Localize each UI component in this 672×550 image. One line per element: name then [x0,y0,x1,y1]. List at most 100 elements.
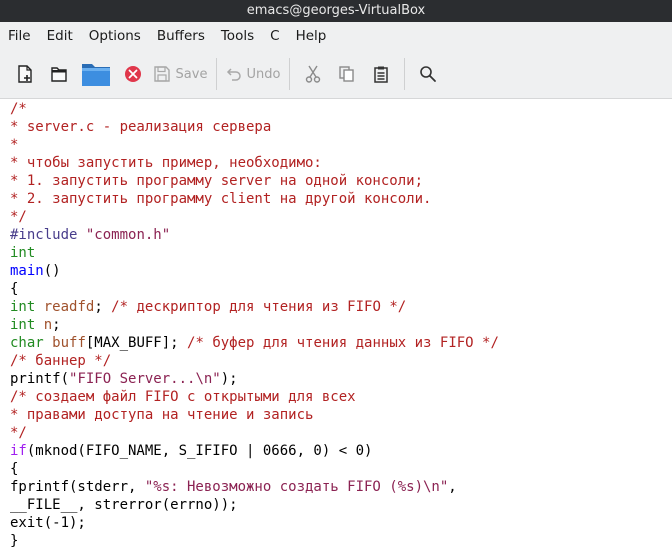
code-token: "common.h" [85,227,171,243]
code-token: { [10,281,19,297]
code-token: char [10,335,44,351]
save-icon [153,66,170,82]
code-token: */ [10,209,27,225]
code-line: * [10,136,672,154]
code-line: #include "common.h" [10,226,672,244]
code-token: n [43,317,53,333]
paste-button[interactable] [364,57,398,91]
code-token: buff [52,335,86,351]
code-line: exit(-1); [10,514,672,532]
code-line: int [10,244,672,262]
toolbar: Save Undo [0,50,672,99]
code-line: /* [10,100,672,118]
code-line: printf("FIFO Server...\n"); [10,370,672,388]
code-token: * 1. запустить программу server на одной… [10,173,424,189]
code-token: * 2. запустить программу client на друго… [10,191,432,207]
menu-buffers[interactable]: Buffers [149,28,213,44]
open-directory-button[interactable] [42,57,76,91]
open-directory-icon [51,67,67,82]
menu-options[interactable]: Options [81,28,149,44]
menu-c[interactable]: C [262,28,287,44]
code-line: /* баннер */ [10,352,672,370]
save-button[interactable]: Save [150,57,210,91]
code-line: char buff[MAX_BUFF]; /* буфер для чтения… [10,334,672,352]
save-label: Save [175,66,208,82]
code-token: [MAX_BUFF]; [85,335,188,351]
code-token: /* дескриптор для чтения из FIFO */ [111,299,407,315]
menu-help[interactable]: Help [288,28,335,44]
code-line: main() [10,262,672,280]
window-title: emacs@georges-VirtualBox [246,3,426,18]
code-token: int [10,317,36,333]
code-line: __FILE__, strerror(errno)); [10,496,672,514]
code-token: printf( [10,371,70,387]
code-token: int [10,245,36,261]
code-line: { [10,280,672,298]
code-token: main [10,263,44,279]
code-line: * server.c - реализация сервера [10,118,672,136]
search-icon [420,66,436,82]
paste-icon [374,66,388,83]
menu-tools[interactable]: Tools [213,28,262,44]
code-line: int readfd; /* дескриптор для чтения из … [10,298,672,316]
code-token: readfd [43,299,95,315]
close-buffer-button[interactable] [116,57,150,91]
menu-edit[interactable]: Edit [39,28,81,44]
code-token: "%s: Невозможно создать FIFO (%s)\n" [144,479,449,495]
code-token: ); [220,371,238,387]
cut-button[interactable] [296,57,330,91]
folder-icon [82,64,110,86]
editor-buffer[interactable]: /* * server.c - реализация сервера * * чтоб… [0,99,672,550]
undo-button[interactable]: Undo [223,57,283,91]
toolbar-separator [289,58,290,90]
code-token: */ [10,425,27,441]
code-token: { [10,461,19,477]
code-line: fprintf(stderr, "%s: Невозможно создать … [10,478,672,496]
code-line: * 1. запустить программу server на одной… [10,172,672,190]
window-title-bar[interactable]: emacs@georges-VirtualBox [0,0,672,22]
code-token: /* буфер для чтения данных из FIFO */ [187,335,499,351]
undo-icon [226,68,241,81]
code-line: */ [10,208,672,226]
code-token: (mknod(FIFO_NAME, S_IFIFO | 0666, 0) < 0… [26,443,373,459]
code-token: fprintf(stderr, [10,479,145,495]
code-line: int n; [10,316,672,334]
new-file-button[interactable] [8,57,42,91]
code-token: /* баннер */ [10,353,112,369]
toolbar-separator [216,58,217,90]
code-token: * server.c - реализация сервера [10,119,272,135]
code-line: { [10,460,672,478]
code-text[interactable]: /* * server.c - реализация сервера * * чтоб… [0,100,672,550]
menu-file[interactable]: File [0,28,39,44]
cut-icon [305,65,321,83]
search-button[interactable] [411,57,445,91]
code-token: * чтобы запустить пример, необходимо: [10,155,322,171]
copy-button[interactable] [330,57,364,91]
undo-label: Undo [246,66,281,82]
code-token: __FILE__, strerror(errno)); [10,497,238,513]
code-token: int [10,299,36,315]
code-line: } [10,532,672,550]
code-line: */ [10,424,672,442]
close-buffer-icon [125,66,141,82]
code-line: * правами доступа на чтение и запись [10,406,672,424]
code-token: #include [10,227,78,243]
code-line: /* создаем файл FIFO с открытыми для все… [10,388,672,406]
code-token: * правами доступа на чтение и запись [10,407,314,423]
open-folder-button[interactable] [76,57,116,91]
copy-icon [339,66,354,82]
code-line: * 2. запустить программу client на друго… [10,190,672,208]
code-line: * чтобы запустить пример, необходимо: [10,154,672,172]
code-token: /* создаем файл FIFO с открытыми для все… [10,389,356,405]
code-token: () [43,263,61,279]
menu-bar: File Edit Options Buffers Tools C Help [0,22,672,50]
new-file-icon [18,65,32,83]
toolbar-separator [404,58,405,90]
code-line: if(mknod(FIFO_NAME, S_IFIFO | 0666, 0) <… [10,442,672,460]
code-token: exit(-1); [10,515,86,531]
code-token: , [448,479,457,495]
